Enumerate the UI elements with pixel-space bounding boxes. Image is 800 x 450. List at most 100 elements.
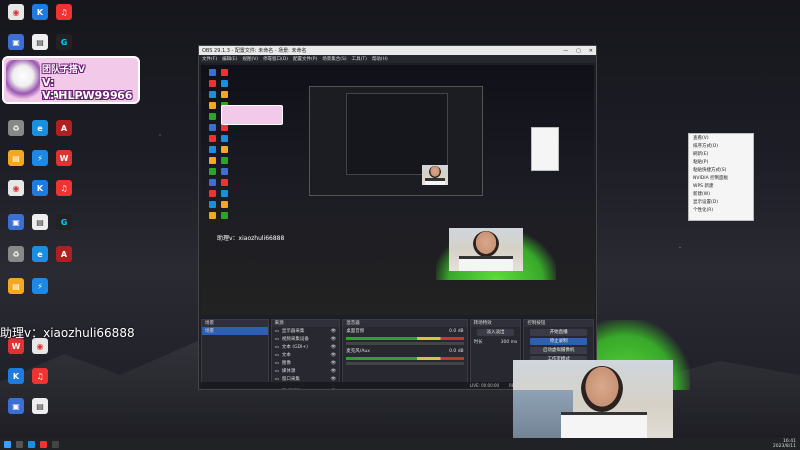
obs-preview[interactable]: 助理v：xiaozhuli66888 xyxy=(201,65,594,315)
desktop-icon[interactable]: ▤ xyxy=(4,150,28,166)
obs-taskbar-icon[interactable] xyxy=(52,440,59,448)
close-button[interactable]: ✕ xyxy=(589,48,593,54)
context-menu-item[interactable]: 粘贴(P) xyxy=(689,158,753,166)
webcam-person-head xyxy=(581,366,623,412)
desktop-icon[interactable]: e xyxy=(28,120,52,136)
menu-tools[interactable]: 工具(T) xyxy=(352,56,367,62)
anime-avatar-icon xyxy=(6,60,40,100)
scenes-panel: 场景 场景 xyxy=(201,319,269,387)
app-icon: ♻ xyxy=(8,246,24,262)
visibility-icon[interactable]: 👁 xyxy=(331,377,337,382)
webcam-feed xyxy=(513,360,673,450)
mic-audio-slider[interactable] xyxy=(346,362,464,365)
system-tray-clock[interactable]: 16:41 2023/8/11 xyxy=(773,439,796,449)
taskbar xyxy=(0,438,800,450)
duration-value[interactable]: 300 ms xyxy=(501,340,518,345)
app-icon: ♻ xyxy=(8,120,24,136)
desktop-icon[interactable]: ▤ xyxy=(28,214,52,230)
desktop-icon[interactable]: ⚡ xyxy=(28,278,52,294)
desktop-icon[interactable]: A xyxy=(52,120,76,136)
menu-scene-collection[interactable]: 场景集合(S) xyxy=(322,56,346,62)
desktop-icon[interactable]: G xyxy=(52,214,76,230)
context-menu-item[interactable]: NVIDIA 控制面板 xyxy=(689,174,753,182)
mic-audio-meter xyxy=(346,357,464,360)
desktop-icon[interactable]: ♫ xyxy=(52,180,76,196)
desktop-icon[interactable]: K xyxy=(4,368,28,384)
virtual-camera-button[interactable]: 启动虚拟摄像机 xyxy=(530,347,588,354)
context-menu-item[interactable]: 显示设置(D) xyxy=(689,198,753,206)
desktop-icon[interactable]: ▣ xyxy=(4,214,28,230)
desktop-icon[interactable]: e xyxy=(28,246,52,262)
app-taskbar-icon[interactable] xyxy=(40,440,47,448)
desktop-icon[interactable]: ▤ xyxy=(4,278,28,294)
desktop-icon[interactable]: W xyxy=(52,150,76,166)
menu-file[interactable]: 文件(F) xyxy=(202,56,217,62)
scene-item[interactable]: 场景 xyxy=(202,327,268,335)
context-menu-label: NVIDIA 控制面板 xyxy=(693,176,729,181)
visibility-icon[interactable]: 👁 xyxy=(331,337,337,342)
preview-icon xyxy=(221,168,228,175)
desktop-icon[interactable]: ▤ xyxy=(28,34,52,50)
desktop-icon[interactable]: ♫ xyxy=(28,368,52,384)
context-menu-label: 粘贴快捷方式(S) xyxy=(693,168,727,173)
context-menu-item[interactable]: WPS 新建 xyxy=(689,182,753,190)
visibility-icon[interactable]: 👁 xyxy=(331,369,337,374)
desktop-icon[interactable]: ♫ xyxy=(52,4,76,20)
app-icon: ⚡ xyxy=(32,150,48,166)
maximize-button[interactable]: ▢ xyxy=(576,48,581,54)
controls-title: 控制按钮 xyxy=(524,320,594,327)
source-label: 媒体源 xyxy=(281,369,296,374)
menu-help[interactable]: 帮助(H) xyxy=(372,56,388,62)
menu-view[interactable]: 视图(V) xyxy=(242,56,258,62)
menu-edit[interactable]: 编辑(E) xyxy=(222,56,237,62)
search-icon[interactable] xyxy=(16,440,23,448)
app-icon: ♫ xyxy=(56,4,72,20)
visibility-icon[interactable]: 👁 xyxy=(331,361,337,366)
clock-date: 2023/8/11 xyxy=(772,444,796,449)
edge-taskbar-icon[interactable] xyxy=(28,440,35,448)
source-item[interactable]: ▭ 文本 👁 xyxy=(272,351,340,359)
obs-window[interactable]: OBS 29.1.3 - 配置文件: 未命名 - 场景: 未命名 — ▢ ✕ 文… xyxy=(198,45,597,390)
desktop-icon[interactable]: ▣ xyxy=(4,398,28,414)
start-button-icon[interactable] xyxy=(4,440,11,448)
desktop-icon[interactable]: A xyxy=(52,246,76,262)
visibility-icon[interactable]: 👁 xyxy=(331,345,337,350)
context-menu-item[interactable]: 粘贴快捷方式(S) xyxy=(689,166,753,174)
start-streaming-button[interactable]: 开始直播 xyxy=(530,329,588,336)
menu-docks[interactable]: 停靠窗口(D) xyxy=(263,56,288,62)
source-item[interactable]: ▭ 媒体源 👁 xyxy=(272,367,340,375)
app-icon: K xyxy=(32,4,48,20)
source-item[interactable]: ▭ 视频采集设备 👁 xyxy=(272,335,340,343)
context-menu-item[interactable]: 个性化(R) xyxy=(689,206,753,214)
obs-titlebar[interactable]: OBS 29.1.3 - 配置文件: 未命名 - 场景: 未命名 — ▢ ✕ xyxy=(199,46,596,55)
visibility-icon[interactable]: 👁 xyxy=(331,329,337,334)
context-menu-item[interactable]: 查看(V) xyxy=(689,134,753,142)
source-item[interactable]: ▭ 文本 (GDI+) 👁 xyxy=(272,343,340,351)
desktop-icon[interactable]: ▤ xyxy=(28,398,52,414)
visibility-icon[interactable]: 👁 xyxy=(331,353,337,358)
desktop-icon[interactable]: K xyxy=(28,180,52,196)
menu-profile[interactable]: 配置文件(P) xyxy=(293,56,317,62)
desktop-icon[interactable]: ◉ xyxy=(4,180,28,196)
context-menu-item[interactable]: 刷新(E) xyxy=(689,150,753,158)
streamer-overlay-card: 团队子搭V V: HANLINPW666 V: HLPW999 xyxy=(2,56,140,104)
preview-icon xyxy=(209,212,216,219)
desktop-icon[interactable]: ♻ xyxy=(4,246,28,262)
desktop-icon[interactable]: K xyxy=(28,4,52,20)
desktop-icon[interactable]: ⚡ xyxy=(28,150,52,166)
desktop-icon[interactable]: ◉ xyxy=(4,4,28,20)
status-live: LIVE: 00:00:00 xyxy=(469,382,500,388)
overlay-title: 团队子搭V xyxy=(42,65,85,75)
context-menu-item[interactable]: 新建(W) xyxy=(689,190,753,198)
stop-recording-button[interactable]: 停止录制 xyxy=(530,338,588,345)
desktop-audio-slider[interactable] xyxy=(346,342,464,345)
source-item[interactable]: ▭ 显示器采集 👁 xyxy=(272,327,340,335)
context-menu-item[interactable]: 排序方式(O) xyxy=(689,142,753,150)
desktop-icon[interactable]: ♻ xyxy=(4,120,28,136)
desktop-icon[interactable]: G xyxy=(52,34,76,50)
transition-select[interactable]: 淡入淡出 xyxy=(476,329,515,336)
desktop-icon[interactable]: ▣ xyxy=(4,34,28,50)
source-item[interactable]: ▭ 图像 👁 xyxy=(272,359,340,367)
nested-webcam xyxy=(422,165,448,185)
minimize-button[interactable]: — xyxy=(563,48,568,54)
